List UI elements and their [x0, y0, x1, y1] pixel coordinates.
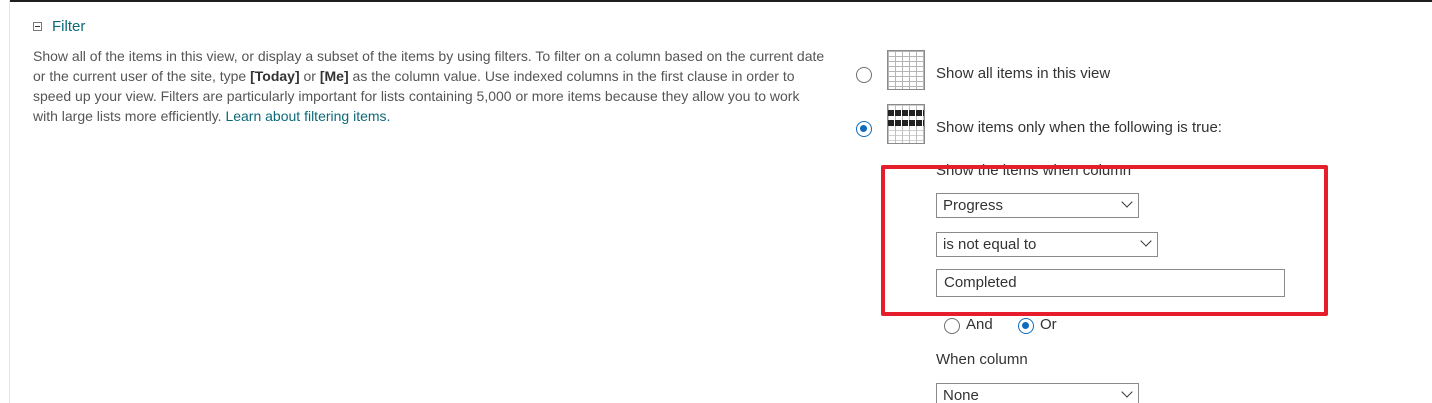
highlight-annotation-box [881, 165, 1328, 316]
filter-icon-band [888, 110, 924, 116]
or-radio[interactable] [1018, 318, 1034, 334]
section-title[interactable]: Filter [52, 18, 85, 35]
filter-icon-band [888, 120, 924, 126]
chevron-down-icon [1121, 386, 1133, 398]
description-or-text: or [299, 68, 320, 84]
learn-filtering-link[interactable]: Learn about filtering items. [225, 108, 390, 124]
filter-page: Filter Show all of the items in this vie… [0, 0, 1432, 403]
or-label[interactable]: Or [1040, 316, 1057, 333]
description-today-token: [Today] [250, 68, 300, 84]
and-radio[interactable] [944, 318, 960, 334]
filtered-items-grid-icon [887, 104, 925, 144]
show-all-radio[interactable] [856, 67, 872, 83]
collapse-icon[interactable] [33, 22, 42, 31]
show-all-label[interactable]: Show all items in this view [936, 65, 1110, 82]
left-border [9, 0, 10, 403]
condition2-column-value: None [943, 387, 979, 403]
top-border [10, 0, 1432, 2]
show-filtered-label[interactable]: Show items only when the following is tr… [936, 119, 1222, 136]
all-items-grid-icon [887, 50, 925, 90]
filter-section-header[interactable]: Filter [33, 18, 85, 35]
and-label[interactable]: And [966, 316, 993, 333]
description-me-token: [Me] [319, 68, 349, 84]
condition2-column-select[interactable]: None [936, 383, 1139, 403]
filter-description: Show all of the items in this view, or d… [33, 46, 828, 126]
condition2-label: When column [936, 351, 1028, 368]
show-filtered-radio[interactable] [856, 121, 872, 137]
